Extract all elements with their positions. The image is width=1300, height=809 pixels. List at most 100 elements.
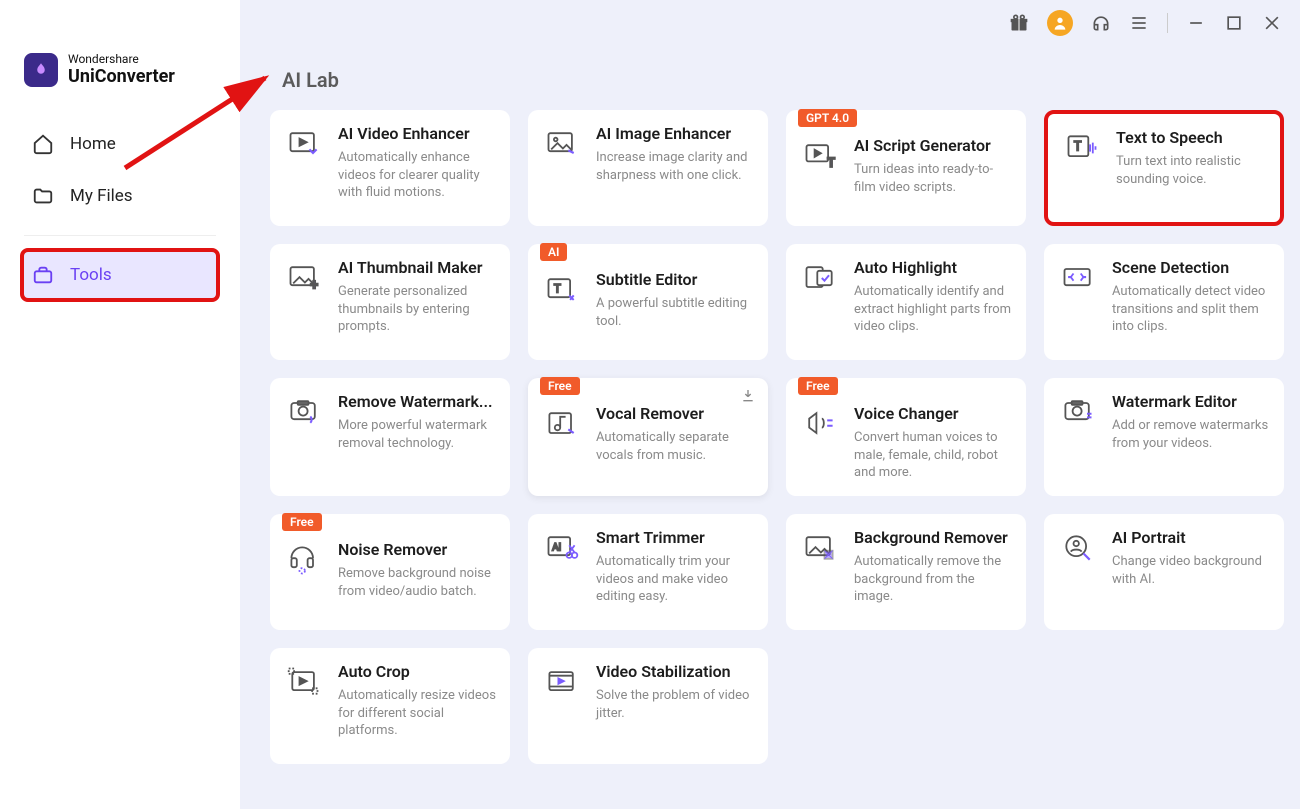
card-desc: Add or remove watermarks from your video… — [1112, 417, 1270, 452]
card-desc: Automatically detect video transitions a… — [1112, 283, 1270, 336]
voice-changer-icon — [800, 404, 840, 444]
card-title: Vocal Remover — [596, 404, 754, 423]
card-subtitle-editor[interactable]: AI T Subtitle Editor A powerful subtitle… — [528, 244, 768, 360]
svg-text:T: T — [554, 282, 561, 296]
card-title: Scene Detection — [1112, 258, 1270, 277]
badge-free: Free — [798, 377, 838, 395]
section-title: AI Lab — [282, 68, 1272, 92]
card-title: AI Script Generator — [854, 136, 1012, 155]
script-icon: T — [800, 136, 840, 176]
sidebar-item-label: My Files — [70, 186, 133, 206]
scene-icon — [1058, 258, 1098, 298]
card-smart-trimmer[interactable]: AI Smart Trimmer Automatically trim your… — [528, 514, 768, 630]
svg-text:+: + — [310, 277, 318, 294]
card-remove-watermark[interactable]: Remove Watermark... More powerful waterm… — [270, 378, 510, 496]
card-title: AI Portrait — [1112, 528, 1270, 547]
highlight-icon — [800, 258, 840, 298]
card-ai-thumbnail-maker[interactable]: + AI Thumbnail Maker Generate personaliz… — [270, 244, 510, 360]
brand-logo: Wondershare UniConverter — [24, 52, 216, 87]
card-title: Auto Crop — [338, 662, 496, 681]
card-desc: Automatically remove the background from… — [854, 553, 1012, 606]
card-video-stabilization[interactable]: Video Stabilization Solve the problem of… — [528, 648, 768, 764]
download-icon[interactable] — [740, 388, 756, 404]
auto-crop-icon — [284, 662, 324, 702]
card-auto-crop[interactable]: Auto Crop Automatically resize videos fo… — [270, 648, 510, 764]
sidebar-item-tools[interactable]: Tools — [24, 252, 216, 298]
card-auto-highlight[interactable]: Auto Highlight Automatically identify an… — [786, 244, 1026, 360]
sidebar-item-home[interactable]: Home — [24, 121, 216, 167]
badge-ai: AI — [540, 243, 567, 261]
ai-portrait-icon — [1058, 528, 1098, 568]
user-avatar-icon[interactable] — [1047, 10, 1073, 36]
smart-trimmer-icon: AI — [542, 528, 582, 568]
card-title: Text to Speech — [1116, 128, 1266, 147]
app-root: Wondershare UniConverter Home My Files T… — [0, 0, 1300, 809]
image-enhance-icon — [542, 124, 582, 164]
sidebar-item-label: Tools — [70, 265, 112, 285]
card-title: AI Video Enhancer — [338, 124, 496, 143]
card-desc: Turn text into realistic sounding voice. — [1116, 153, 1266, 188]
headset-icon[interactable] — [1091, 13, 1111, 33]
card-watermark-editor[interactable]: Watermark Editor Add or remove watermark… — [1044, 378, 1284, 496]
close-icon[interactable] — [1262, 13, 1282, 33]
badge-gpt: GPT 4.0 — [798, 109, 857, 127]
toolbox-icon — [32, 264, 54, 286]
card-desc: Automatically identify and extract highl… — [854, 283, 1012, 336]
vocal-icon — [542, 404, 582, 444]
card-voice-changer[interactable]: Free Voice Changer Convert human voices … — [786, 378, 1026, 496]
sidebar-divider — [24, 235, 216, 236]
card-desc: Remove background noise from video/audio… — [338, 565, 496, 600]
card-vocal-remover[interactable]: Free Vocal Remover Automatically separat… — [528, 378, 768, 496]
brand-bottom: UniConverter — [68, 66, 175, 87]
card-title: Noise Remover — [338, 540, 496, 559]
folder-icon — [32, 185, 54, 207]
card-title: Smart Trimmer — [596, 528, 754, 547]
card-ai-video-enhancer[interactable]: AI Video Enhancer Automatically enhance … — [270, 110, 510, 226]
sidebar-item-label: Home — [70, 134, 116, 154]
card-desc: More powerful watermark removal technolo… — [338, 417, 496, 452]
svg-text:AI: AI — [552, 543, 561, 554]
card-title: Background Remover — [854, 528, 1012, 547]
watermark-editor-icon — [1058, 392, 1098, 432]
card-desc: Convert human voices to male, female, ch… — [854, 429, 1012, 482]
card-background-remover[interactable]: Background Remover Automatically remove … — [786, 514, 1026, 630]
subtitle-icon: T — [542, 270, 582, 310]
svg-text:T: T — [827, 156, 835, 171]
card-noise-remover[interactable]: Free Noise Remover Remove background noi… — [270, 514, 510, 630]
logo-mark-icon — [24, 53, 58, 87]
card-text-to-speech[interactable]: T Text to Speech Turn text into realisti… — [1044, 110, 1284, 226]
card-title: Video Stabilization — [596, 662, 754, 681]
brand-top: Wondershare — [68, 52, 175, 66]
card-title: Auto Highlight — [854, 258, 1012, 277]
card-title: Subtitle Editor — [596, 270, 754, 289]
card-desc: A powerful subtitle editing tool. — [596, 295, 754, 330]
card-ai-script-generator[interactable]: GPT 4.0 T AI Script Generator Turn ideas… — [786, 110, 1026, 226]
card-desc: Automatically trim your videos and make … — [596, 553, 754, 606]
card-desc: Increase image clarity and sharpness wit… — [596, 149, 754, 184]
card-title: Voice Changer — [854, 404, 1012, 423]
maximize-icon[interactable] — [1224, 13, 1244, 33]
remove-watermark-icon — [284, 392, 324, 432]
card-title: Watermark Editor — [1112, 392, 1270, 411]
home-icon — [32, 133, 54, 155]
minimize-icon[interactable] — [1186, 13, 1206, 33]
main-content: AI Lab AI Video Enhancer Automatically e… — [240, 0, 1300, 809]
card-scene-detection[interactable]: Scene Detection Automatically detect vid… — [1044, 244, 1284, 360]
titlebar — [1009, 10, 1282, 36]
badge-free: Free — [540, 377, 580, 395]
stabilization-icon — [542, 662, 582, 702]
card-desc: Automatically separate vocals from music… — [596, 429, 754, 464]
card-desc: Automatically enhance videos for clearer… — [338, 149, 496, 202]
bg-remover-icon — [800, 528, 840, 568]
video-enhance-icon — [284, 124, 324, 164]
card-desc: Change video background with AI. — [1112, 553, 1270, 588]
menu-icon[interactable] — [1129, 13, 1149, 33]
sidebar: Wondershare UniConverter Home My Files T… — [0, 0, 240, 809]
tts-icon: T — [1062, 128, 1102, 168]
gift-icon[interactable] — [1009, 13, 1029, 33]
card-ai-portrait[interactable]: AI Portrait Change video background with… — [1044, 514, 1284, 630]
sidebar-item-myfiles[interactable]: My Files — [24, 173, 216, 219]
card-title: Remove Watermark... — [338, 392, 496, 411]
card-ai-image-enhancer[interactable]: AI Image Enhancer Increase image clarity… — [528, 110, 768, 226]
svg-text:T: T — [1074, 140, 1082, 155]
